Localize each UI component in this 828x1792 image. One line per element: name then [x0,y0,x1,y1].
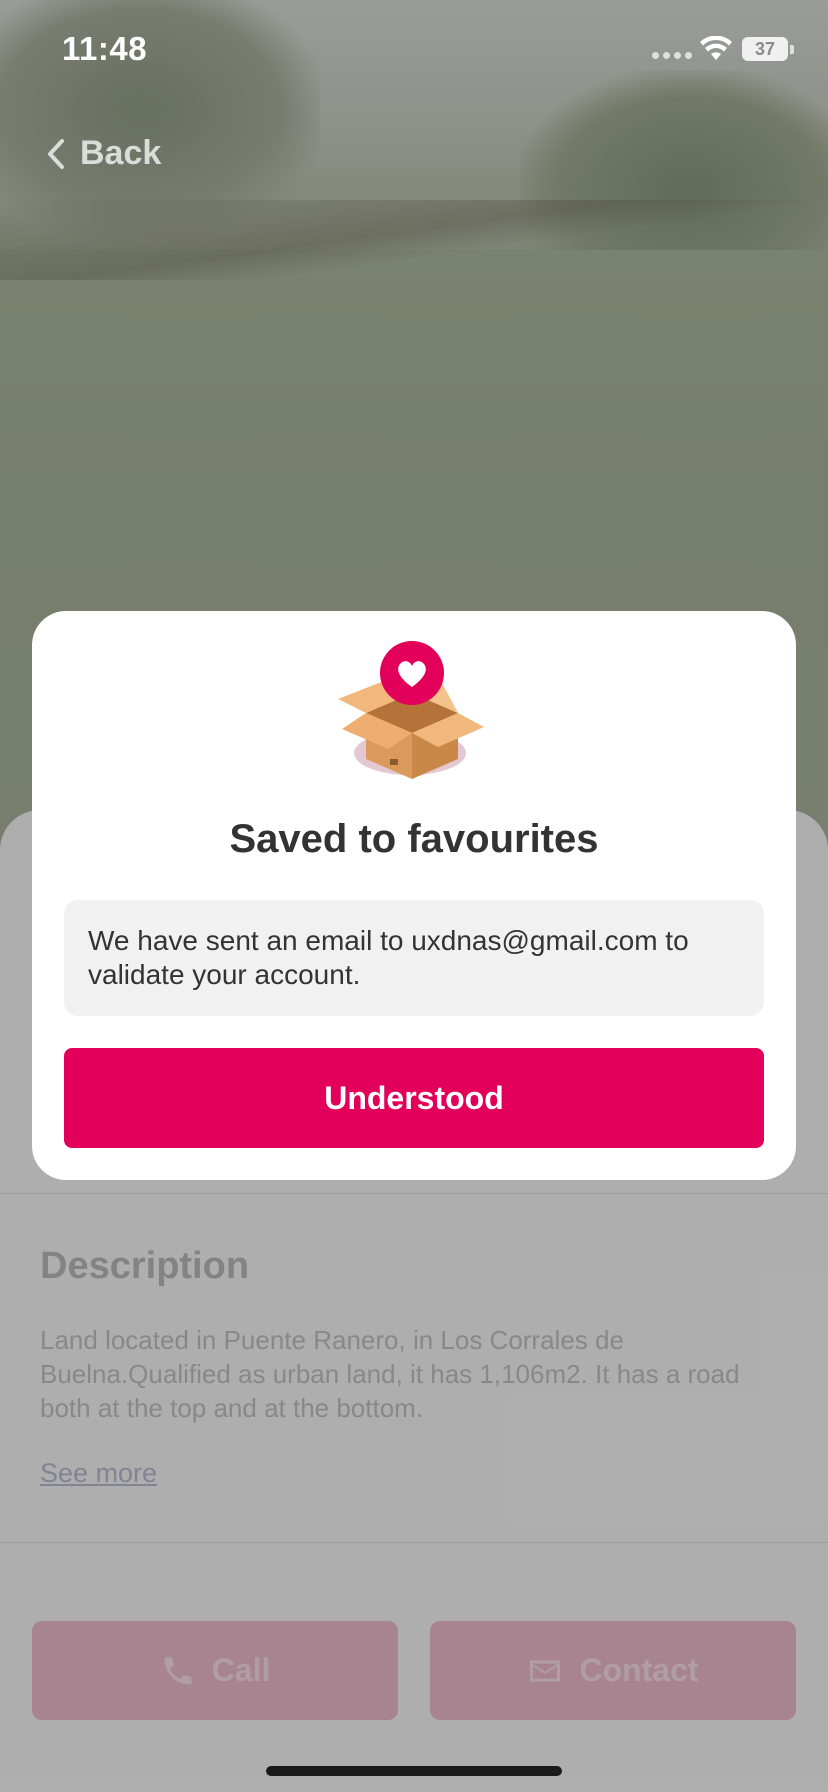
back-button[interactable]: Back [46,134,161,173]
wifi-icon [700,36,732,60]
dialog-title: Saved to favourites [229,817,599,861]
battery-tip [790,45,794,54]
home-indicator[interactable] [266,1766,562,1776]
dialog-message: We have sent an email to uxdnas@gmail.co… [64,900,764,1016]
battery-level: 37 [754,38,776,59]
cellular-signal-icon [652,52,692,59]
chevron-left-icon [48,138,64,169]
status-bar: 11:48 37 [0,0,828,100]
open-box-heart-icon [338,641,484,779]
status-time: 11:48 [62,30,148,67]
back-label: Back [80,134,162,172]
saved-favourites-dialog: Saved to favourites We have sent an emai… [32,611,796,1180]
battery-icon: 37 [742,37,788,61]
understood-button[interactable]: Understood [64,1048,764,1148]
